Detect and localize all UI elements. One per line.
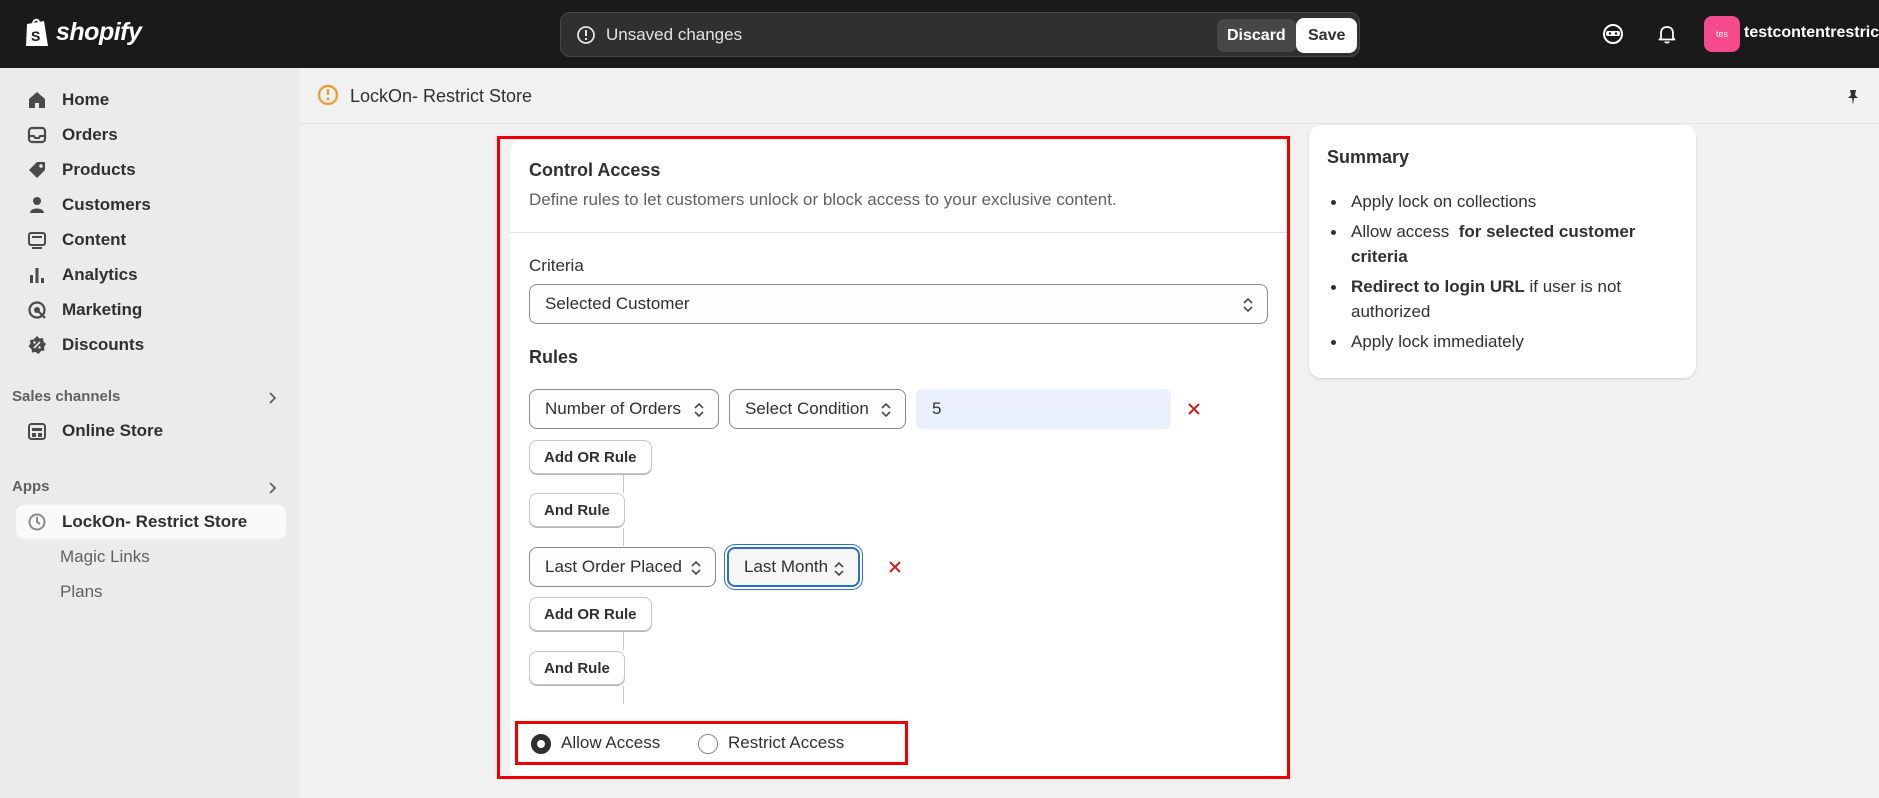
sidebar-item-label: Analytics: [62, 265, 138, 284]
apps-label: Apps: [12, 478, 50, 495]
tag-icon: [29, 162, 45, 178]
sidebar-subitem-magic-links[interactable]: Magic Links: [60, 547, 150, 567]
summary-item: Apply lock immediately: [1327, 329, 1677, 354]
sidebar-item-customers[interactable]: Customers: [16, 188, 286, 222]
home-icon: [29, 92, 45, 108]
highlight-frame: [497, 136, 1290, 779]
sidebar-item-analytics[interactable]: Analytics: [16, 258, 286, 292]
sidebar-item-label: Customers: [62, 195, 151, 214]
summary-card: Summary Apply lock on collections Allow …: [1309, 125, 1696, 378]
avatar[interactable]: tes: [1704, 16, 1740, 52]
target-icon: [28, 301, 46, 319]
save-button[interactable]: Save: [1296, 18, 1358, 53]
restrict-access-radio[interactable]: [698, 734, 718, 754]
content-icon: [28, 232, 46, 249]
unsaved-changes-text: Unsaved changes: [606, 25, 743, 44]
page-header: LockOn- Restrict Store: [300, 68, 1879, 124]
sidebar-item-products[interactable]: Products: [16, 153, 286, 187]
summary-list: Apply lock on collections Allow access f…: [1327, 189, 1677, 359]
lockon-app-icon: [317, 84, 339, 106]
sidebar-item-label: Home: [62, 90, 110, 109]
shopify-bag-icon: S: [26, 18, 48, 46]
sidebar-item-orders[interactable]: Orders: [16, 118, 286, 152]
summary-item-bold: Redirect to login URL: [1351, 277, 1525, 296]
bell-icon[interactable]: [1655, 22, 1679, 46]
summary-item-text: Apply lock immediately: [1351, 332, 1524, 351]
logo-text: shopify: [56, 17, 142, 46]
access-radio-group: Allow Access Restrict Access: [515, 721, 908, 765]
sidebar-item-label: Content: [62, 230, 127, 249]
sidebar-item-label: Marketing: [62, 300, 143, 319]
chevron-right-icon[interactable]: [264, 390, 280, 406]
sidebar-item-label: Orders: [62, 125, 118, 144]
sidebar-item-discounts[interactable]: Discounts: [16, 328, 286, 362]
sidebar-item-marketing[interactable]: Marketing: [16, 293, 286, 327]
pin-icon[interactable]: [1844, 88, 1862, 106]
summary-item: Allow access for selected customer crite…: [1327, 219, 1677, 269]
discount-icon: [28, 336, 46, 354]
store-name[interactable]: testcontentrestriction: [1744, 24, 1879, 42]
discard-button[interactable]: Discard: [1217, 19, 1296, 52]
shopify-logo[interactable]: S shopify: [24, 16, 142, 48]
svg-text:S: S: [31, 28, 40, 44]
sidebar-item-online-store[interactable]: Online Store: [16, 414, 286, 448]
summary-title: Summary: [1327, 147, 1410, 167]
sidebar: Home Orders Products Customers Content A…: [0, 68, 300, 798]
chevron-right-icon[interactable]: [264, 480, 280, 496]
sales-channels-label: Sales channels: [12, 388, 121, 405]
sidebar-item-label: Products: [62, 160, 136, 179]
summary-item: Redirect to login URL if user is not aut…: [1327, 274, 1677, 324]
sidebar-item-label: Discounts: [62, 335, 145, 354]
sidebar-item-content[interactable]: Content: [16, 223, 286, 257]
sidebar-item-label: Online Store: [62, 421, 164, 440]
store-icon: [28, 423, 46, 440]
sidebar-subitem-plans[interactable]: Plans: [60, 582, 103, 602]
person-icon: [30, 197, 44, 213]
summary-item: Apply lock on collections: [1327, 189, 1677, 214]
unsaved-changes-bar: Unsaved changes Discard Save: [560, 12, 1360, 57]
lockon-app-icon: [28, 513, 46, 531]
allow-access-radio[interactable]: [531, 734, 551, 754]
sidebar-item-lockon[interactable]: LockOn- Restrict Store: [16, 505, 286, 539]
top-bar: S shopify Unsaved changes Discard Save t…: [0, 0, 1879, 68]
sidebar-item-label: LockOn- Restrict Store: [62, 512, 248, 531]
page-title: LockOn- Restrict Store: [350, 86, 533, 106]
summary-item-text: Apply lock on collections: [1351, 192, 1537, 211]
bar-chart-icon: [30, 268, 44, 283]
allow-access-label[interactable]: Allow Access: [561, 733, 660, 753]
alert-circle-icon: [577, 26, 595, 44]
inbox-icon: [27, 126, 47, 144]
restrict-access-label[interactable]: Restrict Access: [728, 733, 844, 753]
summary-item-text: Allow access: [1351, 222, 1454, 241]
sidekick-icon[interactable]: [1601, 22, 1625, 46]
sidebar-item-home[interactable]: Home: [16, 83, 286, 117]
